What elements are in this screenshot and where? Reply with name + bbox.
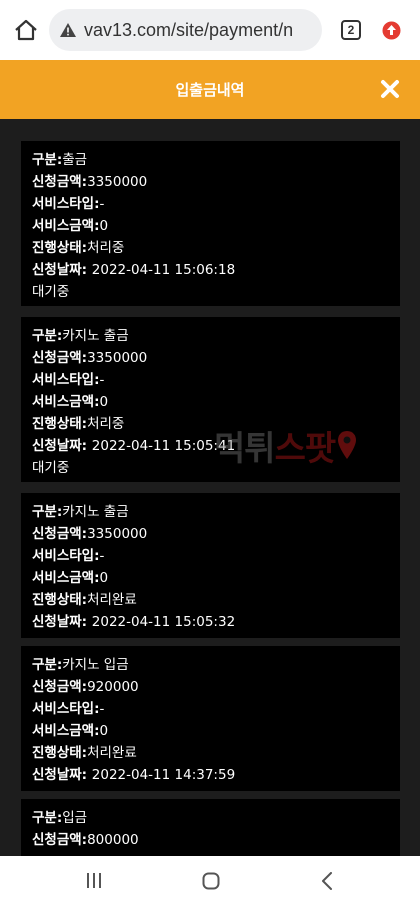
service-amount-row: 서비스금액:0	[32, 570, 109, 586]
tab-switcher-button[interactable]: 2	[341, 20, 361, 40]
status-row: 진행상태:처리중	[32, 416, 125, 432]
transaction-list[interactable]: 구분:출금 신청금액:3350000 서비스타입:- 서비스금액:0 진행상태:…	[0, 119, 420, 856]
category-row: 구분:입금	[32, 810, 88, 826]
status-note: 대기중	[32, 284, 70, 300]
service-type-row: 서비스타입:-	[32, 196, 105, 212]
status-row: 진행상태:처리완료	[32, 745, 137, 761]
amount-row: 신청금액:3350000	[32, 526, 148, 542]
page-header: 입출금내역	[0, 60, 420, 119]
page-title: 입출금내역	[175, 81, 245, 99]
service-amount-row: 서비스금액:0	[32, 394, 109, 410]
nav-home-icon[interactable]	[202, 872, 220, 890]
recent-apps-icon[interactable]	[85, 872, 103, 889]
upload-icon[interactable]	[382, 21, 401, 40]
category-row: 구분:카지노 입금	[32, 657, 129, 673]
service-type-row: 서비스타입:-	[32, 372, 105, 388]
category-row: 구분:카지노 출금	[32, 504, 129, 520]
amount-row: 신청금액:800000	[32, 832, 139, 848]
transaction-card: 구분:카지노 출금 신청금액:3350000 서비스타입:- 서비스금액:0 진…	[21, 317, 400, 482]
transaction-card: 구분:입금 신청금액:800000	[21, 799, 400, 856]
system-nav-bar	[0, 856, 420, 905]
url-text: vav13.com/site/payment/n	[84, 19, 294, 40]
amount-row: 신청금액:3350000	[32, 350, 148, 366]
transaction-card: 구분:카지노 입금 신청금액:920000 서비스타입:- 서비스금액:0 진행…	[21, 646, 400, 791]
service-amount-row: 서비스금액:0	[32, 218, 109, 234]
amount-row: 신청금액:3350000	[32, 174, 148, 190]
address-bar[interactable]: vav13.com/site/payment/n	[49, 9, 322, 51]
service-type-row: 서비스타입:-	[32, 701, 105, 717]
category-row: 구분:출금	[32, 152, 88, 168]
status-row: 진행상태:처리중	[32, 240, 125, 256]
date-row: 신청날짜: 2022-04-11 14:37:59	[32, 767, 236, 783]
back-icon[interactable]	[321, 872, 333, 890]
date-row: 신청날짜: 2022-04-11 15:05:41	[32, 438, 236, 454]
category-row: 구분:카지노 출금	[32, 328, 129, 344]
home-icon[interactable]	[14, 19, 38, 41]
browser-toolbar: vav13.com/site/payment/n 2	[0, 0, 420, 60]
close-icon[interactable]	[380, 79, 400, 99]
warning-icon	[60, 23, 76, 37]
transaction-card: 구분:카지노 출금 신청금액:3350000 서비스타입:- 서비스금액:0 진…	[21, 493, 400, 638]
service-amount-row: 서비스금액:0	[32, 723, 109, 739]
status-row: 진행상태:처리완료	[32, 592, 137, 608]
transaction-card: 구분:출금 신청금액:3350000 서비스타입:- 서비스금액:0 진행상태:…	[21, 141, 400, 306]
service-type-row: 서비스타입:-	[32, 548, 105, 564]
status-note: 대기중	[32, 460, 70, 476]
date-row: 신청날짜: 2022-04-11 15:05:32	[32, 614, 236, 630]
date-row: 신청날짜: 2022-04-11 15:06:18	[32, 262, 236, 278]
amount-row: 신청금액:920000	[32, 679, 139, 695]
